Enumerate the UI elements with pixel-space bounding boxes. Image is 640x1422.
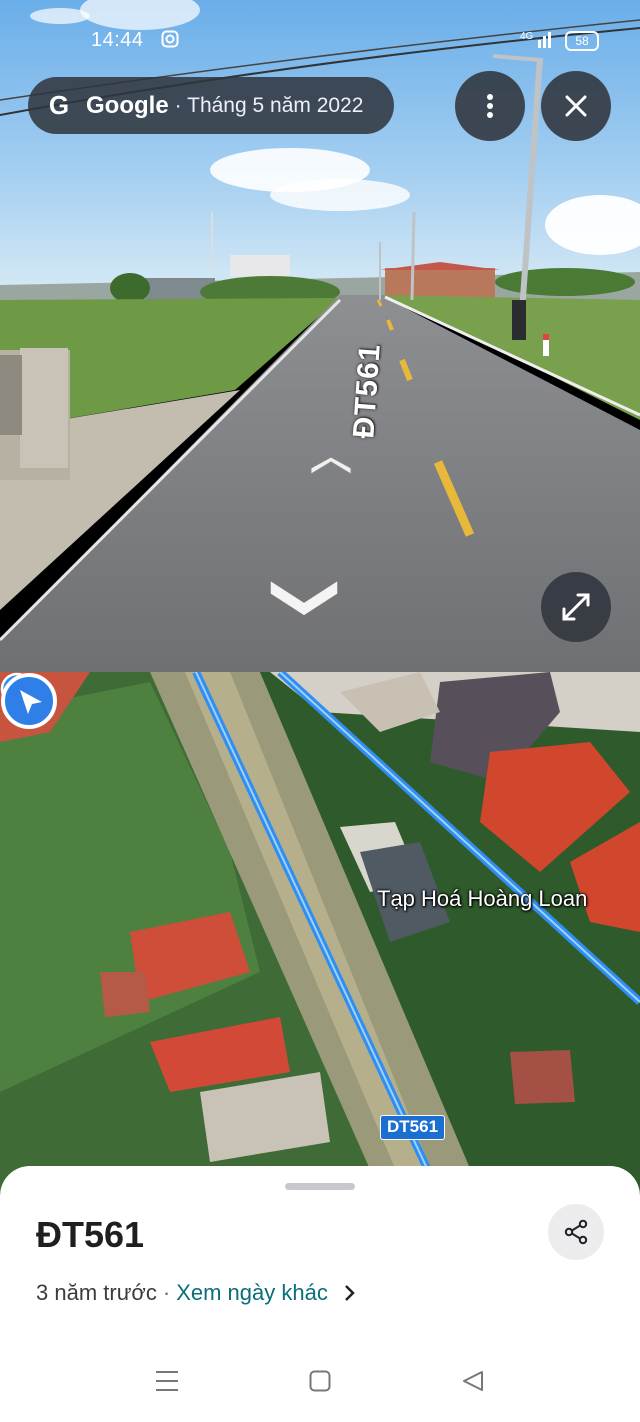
share-icon (564, 1219, 588, 1245)
road-marking-text: ĐT561 (347, 342, 387, 440)
menu-icon[interactable] (155, 1370, 179, 1392)
imagery-source-pill[interactable]: G Google · Tháng 5 năm 2022 (28, 77, 394, 134)
street-view-panorama[interactable]: 14:44 4G 58 G Google · Tháng 5 năm 2022 (0, 0, 640, 672)
screen: 14:44 4G 58 G Google · Tháng 5 năm 2022 (0, 0, 640, 1422)
more-vert-icon (487, 94, 493, 118)
google-logo: G (48, 90, 70, 120)
expand-button[interactable] (541, 572, 611, 642)
imagery-meta-line: 3 năm trước · Xem ngày khác (36, 1280, 356, 1306)
location-arrow-icon[interactable] (0, 672, 58, 730)
back-triangle-icon[interactable] (461, 1370, 485, 1392)
poi-label[interactable]: Tạp Hoá Hoàng Loan (377, 886, 587, 912)
imagery-age: 3 năm trước (36, 1280, 157, 1305)
expand-icon (562, 593, 590, 621)
signal-icon: 4G (520, 31, 551, 48)
status-time: 14:44 (91, 29, 144, 51)
satellite-map[interactable]: Tạp Hoá Hoàng Loan DT561 (0, 672, 640, 1192)
bottom-sheet[interactable]: ĐT561 3 năm trước · Xem ngày khác (0, 1166, 640, 1422)
system-navigation-bar (0, 1362, 640, 1412)
share-button[interactable] (548, 1204, 604, 1260)
source-provider: Google (86, 91, 169, 119)
instagram-icon (161, 30, 179, 48)
close-button[interactable] (541, 71, 611, 141)
meta-separator: · (162, 1280, 171, 1305)
status-bar: 14:44 4G 58 (0, 0, 640, 80)
capture-date: · Tháng 5 năm 2022 (174, 93, 364, 117)
close-icon (565, 95, 587, 117)
backward-arrow-icon[interactable] (266, 566, 342, 618)
battery-icon: 58 (565, 31, 599, 51)
chevron-right-icon[interactable] (344, 1284, 356, 1302)
forward-arrow-icon[interactable] (308, 456, 354, 478)
place-title: ĐT561 (36, 1214, 145, 1255)
see-other-dates-link[interactable]: Xem ngày khác (176, 1280, 328, 1306)
road-shield: DT561 (380, 1115, 446, 1140)
home-square-icon[interactable] (309, 1370, 331, 1392)
more-options-button[interactable] (455, 71, 525, 141)
drag-handle[interactable] (285, 1183, 355, 1190)
satellite-map-image (0, 672, 640, 1192)
network-label: 4G (520, 31, 534, 42)
